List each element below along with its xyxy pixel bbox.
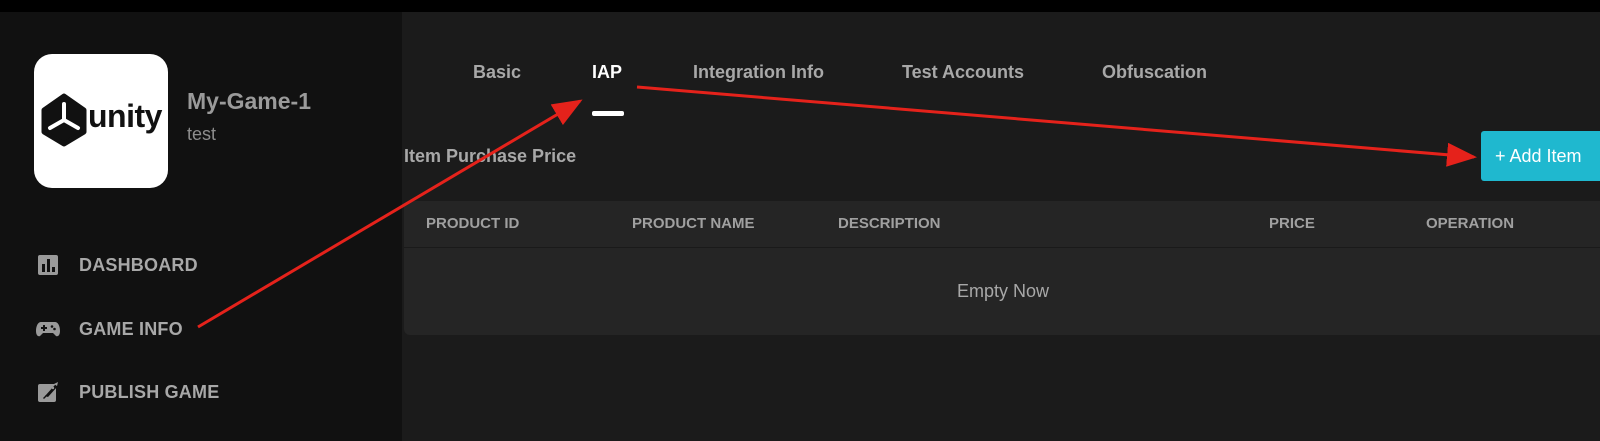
- tab-integration-info[interactable]: Integration Info: [693, 62, 824, 83]
- unity-cube-icon: [41, 93, 87, 147]
- sidebar-item-label: PUBLISH GAME: [79, 381, 220, 402]
- column-header-product-name[interactable]: PRODUCT NAME: [632, 215, 755, 232]
- table-header: PRODUCT ID PRODUCT NAME DESCRIPTION PRIC…: [404, 201, 1600, 248]
- app-subtitle: test: [187, 124, 217, 144]
- tab-iap[interactable]: IAP: [592, 62, 622, 83]
- sidebar-item-label: DASHBOARD: [79, 254, 198, 275]
- add-item-button[interactable]: + Add Item: [1481, 131, 1600, 181]
- bar-chart-icon: [36, 253, 60, 277]
- logo-text: unity: [88, 98, 162, 134]
- empty-state-text: Empty Now: [956, 281, 1050, 301]
- top-bar: [0, 0, 1600, 12]
- section-title: Item Purchase Price: [404, 146, 577, 166]
- app-title: My-Game-1: [187, 88, 311, 114]
- tab-basic[interactable]: Basic: [473, 62, 521, 83]
- active-tab-indicator: [592, 111, 624, 116]
- tab-test-accounts[interactable]: Test Accounts: [902, 62, 1024, 83]
- column-header-description[interactable]: DESCRIPTION: [838, 215, 941, 232]
- column-header-operation[interactable]: OPERATION: [1426, 215, 1514, 232]
- column-header-price[interactable]: PRICE: [1269, 215, 1315, 232]
- sidebar-item-label: GAME INFO: [79, 318, 183, 339]
- app-logo: unity: [34, 54, 168, 188]
- rocket-icon: [36, 380, 60, 404]
- sidebar-item-dashboard[interactable]: DASHBOARD: [36, 250, 198, 280]
- items-table: PRODUCT ID PRODUCT NAME DESCRIPTION PRIC…: [404, 201, 1600, 335]
- sidebar-item-publish-game[interactable]: PUBLISH GAME: [36, 377, 219, 407]
- sidebar-item-game-info[interactable]: GAME INFO: [36, 314, 183, 344]
- annotation-arrow-to-add-item: [636, 85, 1477, 167]
- gamepad-icon: [36, 317, 60, 341]
- tab-obfuscation[interactable]: Obfuscation: [1102, 62, 1207, 83]
- column-header-product-id[interactable]: PRODUCT ID: [426, 215, 519, 232]
